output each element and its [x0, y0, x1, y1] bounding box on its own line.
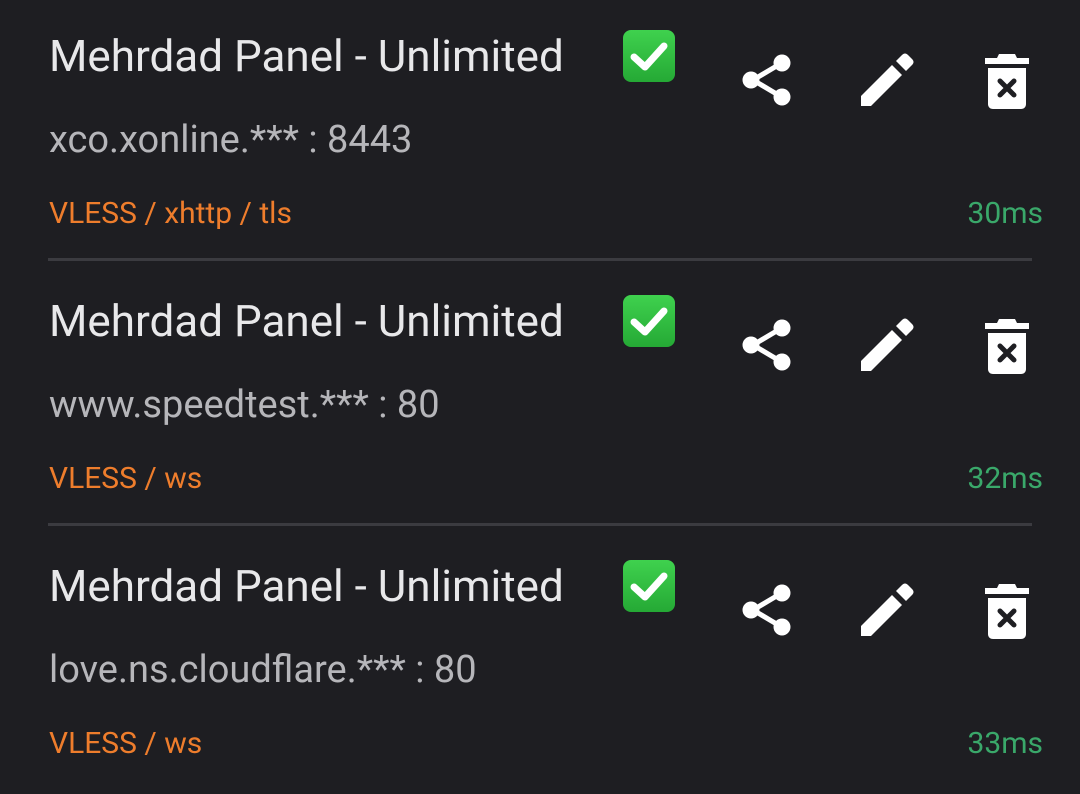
server-address: xco.xonline.*** : 8443 — [49, 118, 413, 162]
server-address: www.speedtest.*** : 80 — [49, 383, 440, 427]
delete-icon — [985, 319, 1029, 374]
edit-button[interactable] — [855, 48, 919, 112]
server-protocol: VLESS / ws — [49, 726, 203, 761]
server-protocol: VLESS / ws — [49, 461, 203, 496]
pencil-icon — [861, 53, 914, 106]
check-mark-button-icon — [623, 30, 675, 82]
server-item[interactable]: Mehrdad Panel - Unlimited www.speedtest.… — [0, 265, 1080, 529]
server-item[interactable]: Mehrdad Panel - Unlimited love.ns.cloudf… — [0, 530, 1080, 794]
server-list: Mehrdad Panel - Unlimited xco.xonline.**… — [0, 0, 1080, 785]
pencil-icon — [861, 583, 914, 636]
share-button[interactable] — [736, 313, 800, 377]
delete-button[interactable] — [975, 578, 1039, 642]
server-latency: 32ms — [967, 461, 1043, 496]
server-latency: 33ms — [967, 726, 1043, 761]
server-latency: 30ms — [967, 196, 1043, 231]
edit-button[interactable] — [855, 313, 919, 377]
server-protocol: VLESS / xhttp / tls — [49, 196, 292, 231]
share-button[interactable] — [736, 578, 800, 642]
delete-button[interactable] — [975, 48, 1039, 112]
share-icon — [742, 319, 791, 371]
server-title: Mehrdad Panel - Unlimited — [49, 560, 564, 612]
edit-button[interactable] — [855, 578, 919, 642]
check-mark-button-icon — [623, 295, 675, 347]
delete-button[interactable] — [975, 313, 1039, 377]
server-title: Mehrdad Panel - Unlimited — [49, 295, 564, 347]
share-button[interactable] — [736, 48, 800, 112]
divider — [48, 523, 1032, 526]
check-mark-button-icon — [623, 560, 675, 612]
share-icon — [742, 584, 791, 636]
server-title: Mehrdad Panel - Unlimited — [49, 30, 564, 82]
divider — [48, 258, 1032, 261]
delete-icon — [985, 584, 1029, 639]
pencil-icon — [861, 318, 914, 371]
server-item[interactable]: Mehrdad Panel - Unlimited xco.xonline.**… — [0, 0, 1080, 264]
server-address: love.ns.cloudflare.*** : 80 — [49, 648, 477, 692]
delete-icon — [985, 54, 1029, 109]
share-icon — [742, 54, 791, 106]
